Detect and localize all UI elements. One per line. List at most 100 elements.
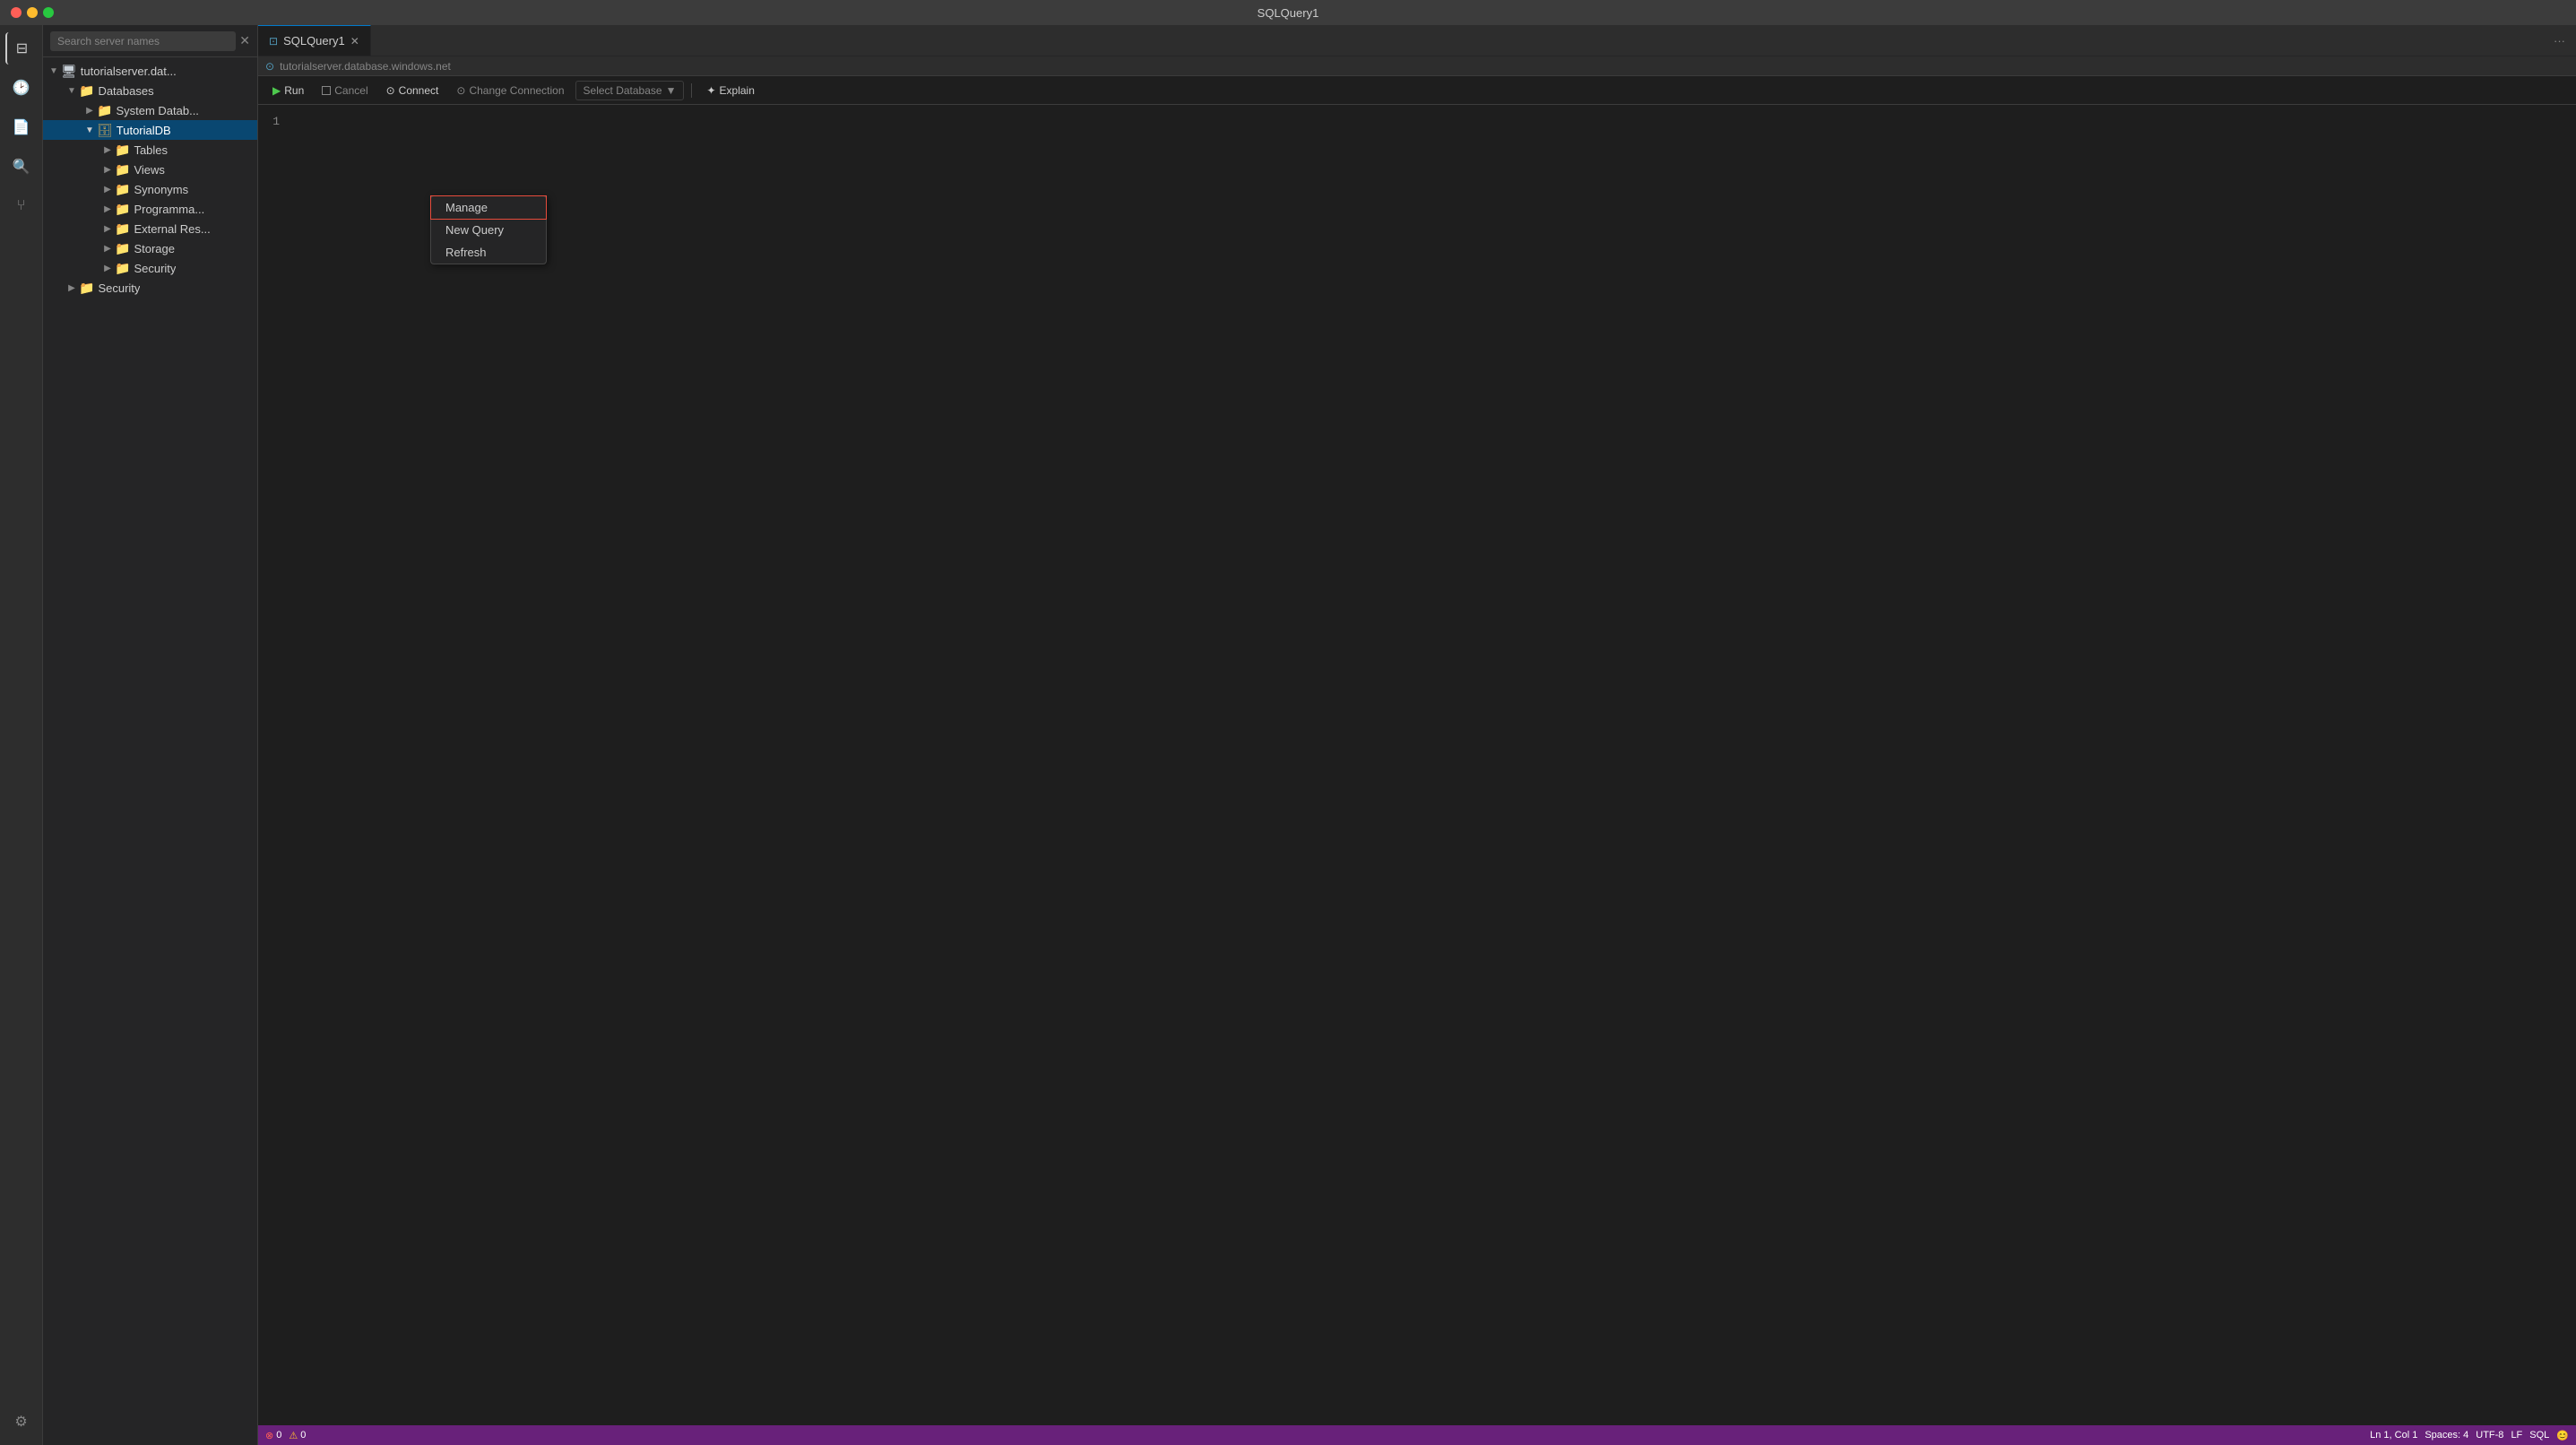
more-tabs-icon: ···	[2554, 34, 2565, 48]
databases-item[interactable]: ▼ 📁 Databases	[43, 81, 257, 100]
select-database-label: Select Database	[583, 84, 662, 97]
spaces-status: Spaces: 4	[2425, 1430, 2468, 1441]
run-icon: ▶	[272, 84, 281, 97]
security-server-chevron-icon: ▶	[65, 281, 79, 295]
search-icon[interactable]: 🔍	[5, 151, 38, 183]
tutorial-db-icon: 🗄	[97, 123, 113, 138]
language-label: SQL	[2529, 1430, 2549, 1441]
editor-area[interactable]: 1	[258, 105, 2576, 1425]
servers-icon[interactable]: ⊟	[5, 32, 38, 65]
toolbar-separator	[691, 83, 692, 98]
synonyms-item[interactable]: ▶ 📁 Synonyms	[43, 179, 257, 199]
close-search-icon[interactable]: ✕	[239, 33, 250, 48]
external-resources-item[interactable]: ▶ 📁 External Res...	[43, 219, 257, 238]
cancel-square-icon	[322, 86, 331, 95]
server-label: tutorialserver.dat...	[81, 65, 177, 78]
system-db-item[interactable]: ▶ 📁 System Datab...	[43, 100, 257, 120]
new-file-icon[interactable]: 📄	[5, 111, 38, 143]
sidebar-tree: ▼ 🖥 tutorialserver.dat... ▼ 📁 Databases …	[43, 57, 257, 1445]
history-icon[interactable]: 🕑	[5, 72, 38, 104]
spaces-label: Spaces: 4	[2425, 1430, 2468, 1441]
synonyms-chevron-icon: ▶	[100, 182, 115, 196]
more-tabs-button[interactable]: ···	[2543, 25, 2576, 56]
warning-status[interactable]: ⚠ 0	[289, 1430, 306, 1441]
context-menu-refresh[interactable]: Refresh	[431, 241, 546, 264]
change-connection-button[interactable]: ⊙ Change Connection	[449, 82, 571, 100]
server-icon: 🖥	[61, 64, 77, 79]
maximize-button[interactable]	[43, 7, 54, 18]
cancel-label: Cancel	[334, 84, 367, 97]
tutorial-db-item[interactable]: ▼ 🗄 TutorialDB	[43, 120, 257, 140]
tables-item[interactable]: ▶ 📁 Tables	[43, 140, 257, 160]
run-button[interactable]: ▶ Run	[265, 82, 311, 100]
external-resources-folder-icon: 📁	[115, 221, 130, 237]
external-resources-label: External Res...	[134, 222, 210, 236]
select-database-chevron-icon: ▼	[666, 84, 677, 97]
ln-col-status: Ln 1, Col 1	[2370, 1430, 2417, 1441]
programmability-chevron-icon: ▶	[100, 202, 115, 216]
connection-icon: ⊙	[265, 60, 274, 73]
tab-close-icon[interactable]: ✕	[350, 35, 359, 48]
connection-bar: ⊙ tutorialserver.database.windows.net	[258, 56, 2576, 76]
databases-folder-icon: 📁	[79, 83, 94, 99]
settings-icon[interactable]: ⚙	[5, 1406, 38, 1438]
connection-server-label: tutorialserver.database.windows.net	[280, 60, 451, 73]
traffic-lights	[11, 7, 54, 18]
programmability-item[interactable]: ▶ 📁 Programma...	[43, 199, 257, 219]
line-number-1: 1	[258, 115, 294, 128]
server-chevron-icon: ▼	[47, 64, 61, 78]
error-status[interactable]: ⊗ 0	[265, 1430, 281, 1441]
line-ending-status: LF	[2511, 1430, 2522, 1441]
status-bar: ⊗ 0 ⚠ 0 Ln 1, Col 1 Spaces: 4 UTF-8 LF S…	[258, 1425, 2576, 1445]
explain-label: Explain	[720, 84, 755, 97]
synonyms-label: Synonyms	[134, 183, 188, 196]
views-folder-icon: 📁	[115, 162, 130, 177]
smiley-status: 😊	[2556, 1430, 2569, 1441]
security-db-item[interactable]: ▶ 📁 Security	[43, 258, 257, 278]
main-content: ⊡ SQLQuery1 ✕ ··· ⊙ tutorialserver.datab…	[258, 25, 2576, 1445]
tab-bar: ⊡ SQLQuery1 ✕ ···	[258, 25, 2576, 56]
explain-button[interactable]: ✦ Explain	[699, 82, 761, 100]
storage-chevron-icon: ▶	[100, 241, 115, 255]
explain-icon: ✦	[706, 84, 715, 97]
connect-button[interactable]: ⊙ Connect	[379, 82, 446, 100]
tutorial-db-chevron-icon: ▼	[82, 123, 97, 137]
sidebar: ✕ ▼ 🖥 tutorialserver.dat... ▼ 📁 Database…	[43, 25, 258, 1445]
search-input[interactable]	[50, 31, 236, 51]
views-item[interactable]: ▶ 📁 Views	[43, 160, 257, 179]
synonyms-folder-icon: 📁	[115, 182, 130, 197]
external-resources-chevron-icon: ▶	[100, 221, 115, 236]
context-menu-manage[interactable]: Manage	[431, 196, 546, 219]
connect-icon: ⊙	[386, 84, 395, 97]
tab-label: SQLQuery1	[283, 34, 345, 48]
security-server-item[interactable]: ▶ 📁 Security	[43, 278, 257, 298]
activity-bar: ⊟ 🕑 📄 🔍 ⑂ ⚙	[0, 25, 43, 1445]
title-bar: SQLQuery1	[0, 0, 2576, 25]
programmability-folder-icon: 📁	[115, 202, 130, 217]
line-ending-label: LF	[2511, 1430, 2522, 1441]
tutorial-db-label: TutorialDB	[117, 124, 171, 137]
server-item[interactable]: ▼ 🖥 tutorialserver.dat...	[43, 61, 257, 81]
databases-label: Databases	[98, 84, 153, 98]
sql-query-tab[interactable]: ⊡ SQLQuery1 ✕	[258, 25, 371, 56]
storage-label: Storage	[134, 242, 175, 255]
tab-sql-icon: ⊡	[269, 35, 278, 48]
encoding-label: UTF-8	[2476, 1430, 2503, 1441]
views-chevron-icon: ▶	[100, 162, 115, 177]
cancel-button[interactable]: Cancel	[315, 82, 375, 100]
tables-folder-icon: 📁	[115, 143, 130, 158]
storage-item[interactable]: ▶ 📁 Storage	[43, 238, 257, 258]
change-connection-icon: ⊙	[456, 84, 465, 97]
security-server-label: Security	[98, 281, 140, 295]
context-menu-new-query[interactable]: New Query	[431, 219, 546, 241]
close-button[interactable]	[11, 7, 22, 18]
git-icon[interactable]: ⑂	[5, 190, 38, 222]
storage-folder-icon: 📁	[115, 241, 130, 256]
warning-icon: ⚠	[289, 1430, 298, 1441]
system-db-chevron-icon: ▶	[82, 103, 97, 117]
minimize-button[interactable]	[27, 7, 38, 18]
select-database-dropdown[interactable]: Select Database ▼	[575, 81, 685, 100]
ln-col-label: Ln 1, Col 1	[2370, 1430, 2417, 1441]
connect-label: Connect	[399, 84, 439, 97]
window-title: SQLQuery1	[1258, 6, 1319, 20]
